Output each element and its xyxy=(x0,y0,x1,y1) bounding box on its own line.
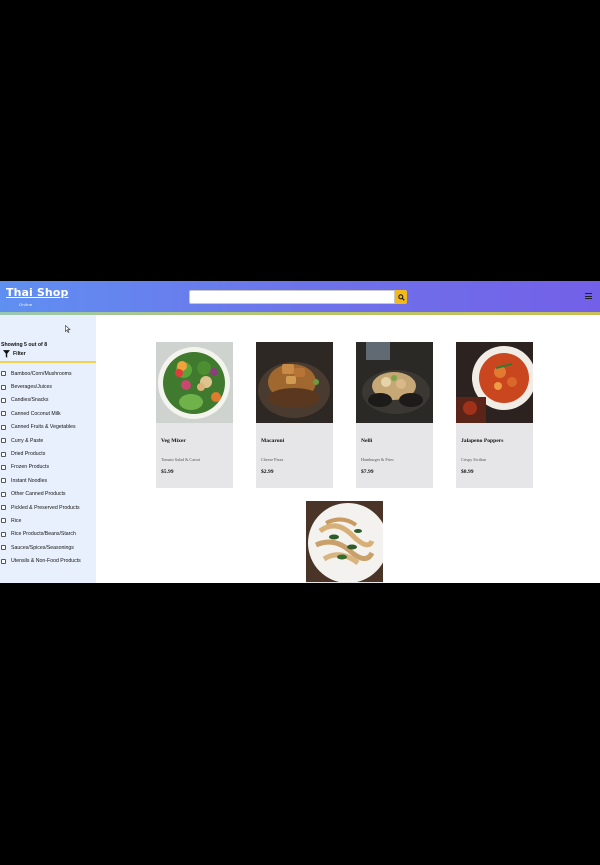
product-price: $5.99 xyxy=(161,469,174,475)
browser-viewport: Thai Shop Online Showing 5 out of 8 Filt… xyxy=(0,281,600,583)
product-card[interactable]: Nelli Hamburger & Fries $7.99 xyxy=(356,342,433,488)
category-item[interactable]: Canned Fruits & Vegetables xyxy=(0,421,81,434)
search-bar xyxy=(189,290,407,304)
search-input[interactable] xyxy=(189,290,395,304)
category-checkbox[interactable] xyxy=(1,505,6,511)
product-image[interactable] xyxy=(156,342,233,423)
category-label: Bamboo/Corn/Mushrooms xyxy=(11,370,72,377)
product-price: $7.99 xyxy=(361,469,374,475)
category-label: Dried Products xyxy=(11,451,46,458)
category-checkbox[interactable] xyxy=(1,424,6,430)
category-checkbox[interactable] xyxy=(1,397,6,403)
category-label: Instant Noodles xyxy=(11,477,48,484)
category-label: Sauces/Spices/Seasonings xyxy=(11,544,74,551)
category-checkbox[interactable] xyxy=(1,464,6,470)
category-item[interactable]: Bamboo/Corn/Mushrooms xyxy=(0,367,81,380)
product-description: Hamburger & Fries xyxy=(361,457,394,462)
category-checkbox[interactable] xyxy=(1,451,6,457)
category-label: Utensils & Non-Food Products xyxy=(11,558,81,565)
category-list: Bamboo/Corn/Mushrooms Beverages/Juices C… xyxy=(0,367,81,568)
category-label: Curry & Paste xyxy=(11,437,44,444)
category-label: Frozen Products xyxy=(11,464,50,471)
product-name: Jalapeno Poppers xyxy=(461,438,504,444)
product-image[interactable] xyxy=(256,342,333,423)
filter-toggle[interactable]: Filter xyxy=(3,350,26,358)
category-label: Rice Products/Beans/Starch xyxy=(11,531,76,538)
logo-subtitle: Online xyxy=(19,302,33,307)
filter-icon xyxy=(3,350,10,358)
category-label: Canned Fruits & Vegetables xyxy=(11,424,76,431)
category-item[interactable]: Curry & Paste xyxy=(0,434,81,447)
category-checkbox[interactable] xyxy=(1,478,6,484)
category-item[interactable]: Pickled & Preserved Products xyxy=(0,501,81,514)
product-name: Macaroni xyxy=(261,438,285,444)
top-navbar: Thai Shop Online xyxy=(0,281,600,312)
results-count: Showing 5 out of 8 xyxy=(1,342,48,348)
category-item[interactable]: Beverages/Juices xyxy=(0,380,81,393)
logo-title: Thai Shop xyxy=(6,286,69,299)
search-icon xyxy=(397,293,405,301)
category-item[interactable]: Sauces/Spices/Seasonings xyxy=(0,541,81,554)
product-card[interactable]: Jalapeno Poppers Crispy Sicilian $8.99 xyxy=(456,342,533,488)
product-image[interactable] xyxy=(456,342,533,423)
category-item[interactable]: Canned Coconut Milk xyxy=(0,407,81,420)
category-label: Pickled & Preserved Products xyxy=(11,504,80,511)
product-name: Veg Mixer xyxy=(161,438,186,444)
category-label: Canned Coconut Milk xyxy=(11,410,61,417)
menu-icon[interactable] xyxy=(585,293,592,299)
category-item[interactable]: Instant Noodles xyxy=(0,474,81,487)
category-checkbox[interactable] xyxy=(1,411,6,417)
sidebar: Showing 5 out of 8 Filter Bamboo/Corn/Mu… xyxy=(0,315,96,583)
search-button[interactable] xyxy=(395,290,407,304)
category-item[interactable]: Rice xyxy=(0,514,81,527)
product-card[interactable] xyxy=(306,501,383,583)
category-item[interactable]: Utensils & Non-Food Products xyxy=(0,554,81,567)
category-checkbox[interactable] xyxy=(1,438,6,444)
filter-label: Filter xyxy=(13,351,26,357)
category-item[interactable]: Rice Products/Beans/Starch xyxy=(0,528,81,541)
category-checkbox[interactable] xyxy=(1,558,6,564)
category-label: Beverages/Juices xyxy=(11,384,52,391)
filter-divider xyxy=(0,361,96,363)
product-image[interactable] xyxy=(306,501,383,582)
logo[interactable]: Thai Shop Online xyxy=(6,286,69,308)
category-label: Other Canned Products xyxy=(11,491,66,498)
product-description: Cheese Pizza xyxy=(261,457,284,462)
category-checkbox[interactable] xyxy=(1,384,6,390)
category-label: Rice xyxy=(11,517,22,524)
category-checkbox[interactable] xyxy=(1,531,6,537)
product-price: $8.99 xyxy=(461,469,474,475)
category-item[interactable]: Dried Products xyxy=(0,447,81,460)
category-item[interactable]: Candies/Snacks xyxy=(0,394,81,407)
product-card[interactable]: Macaroni Cheese Pizza $2.99 xyxy=(256,342,333,488)
product-card[interactable]: Veg Mixer Tomato Salad & Carrot $5.99 xyxy=(156,342,233,488)
product-price: $2.99 xyxy=(261,469,274,475)
category-item[interactable]: Frozen Products xyxy=(0,461,81,474)
product-description: Tomato Salad & Carrot xyxy=(161,457,201,462)
category-label: Candies/Snacks xyxy=(11,397,49,404)
category-checkbox[interactable] xyxy=(1,545,6,551)
product-image[interactable] xyxy=(356,342,433,423)
product-name: Nelli xyxy=(361,438,373,444)
cursor-icon xyxy=(65,325,71,333)
category-checkbox[interactable] xyxy=(1,491,6,497)
category-checkbox[interactable] xyxy=(1,371,6,377)
category-checkbox[interactable] xyxy=(1,518,6,524)
category-item[interactable]: Other Canned Products xyxy=(0,488,81,501)
product-description: Crispy Sicilian xyxy=(461,457,487,462)
